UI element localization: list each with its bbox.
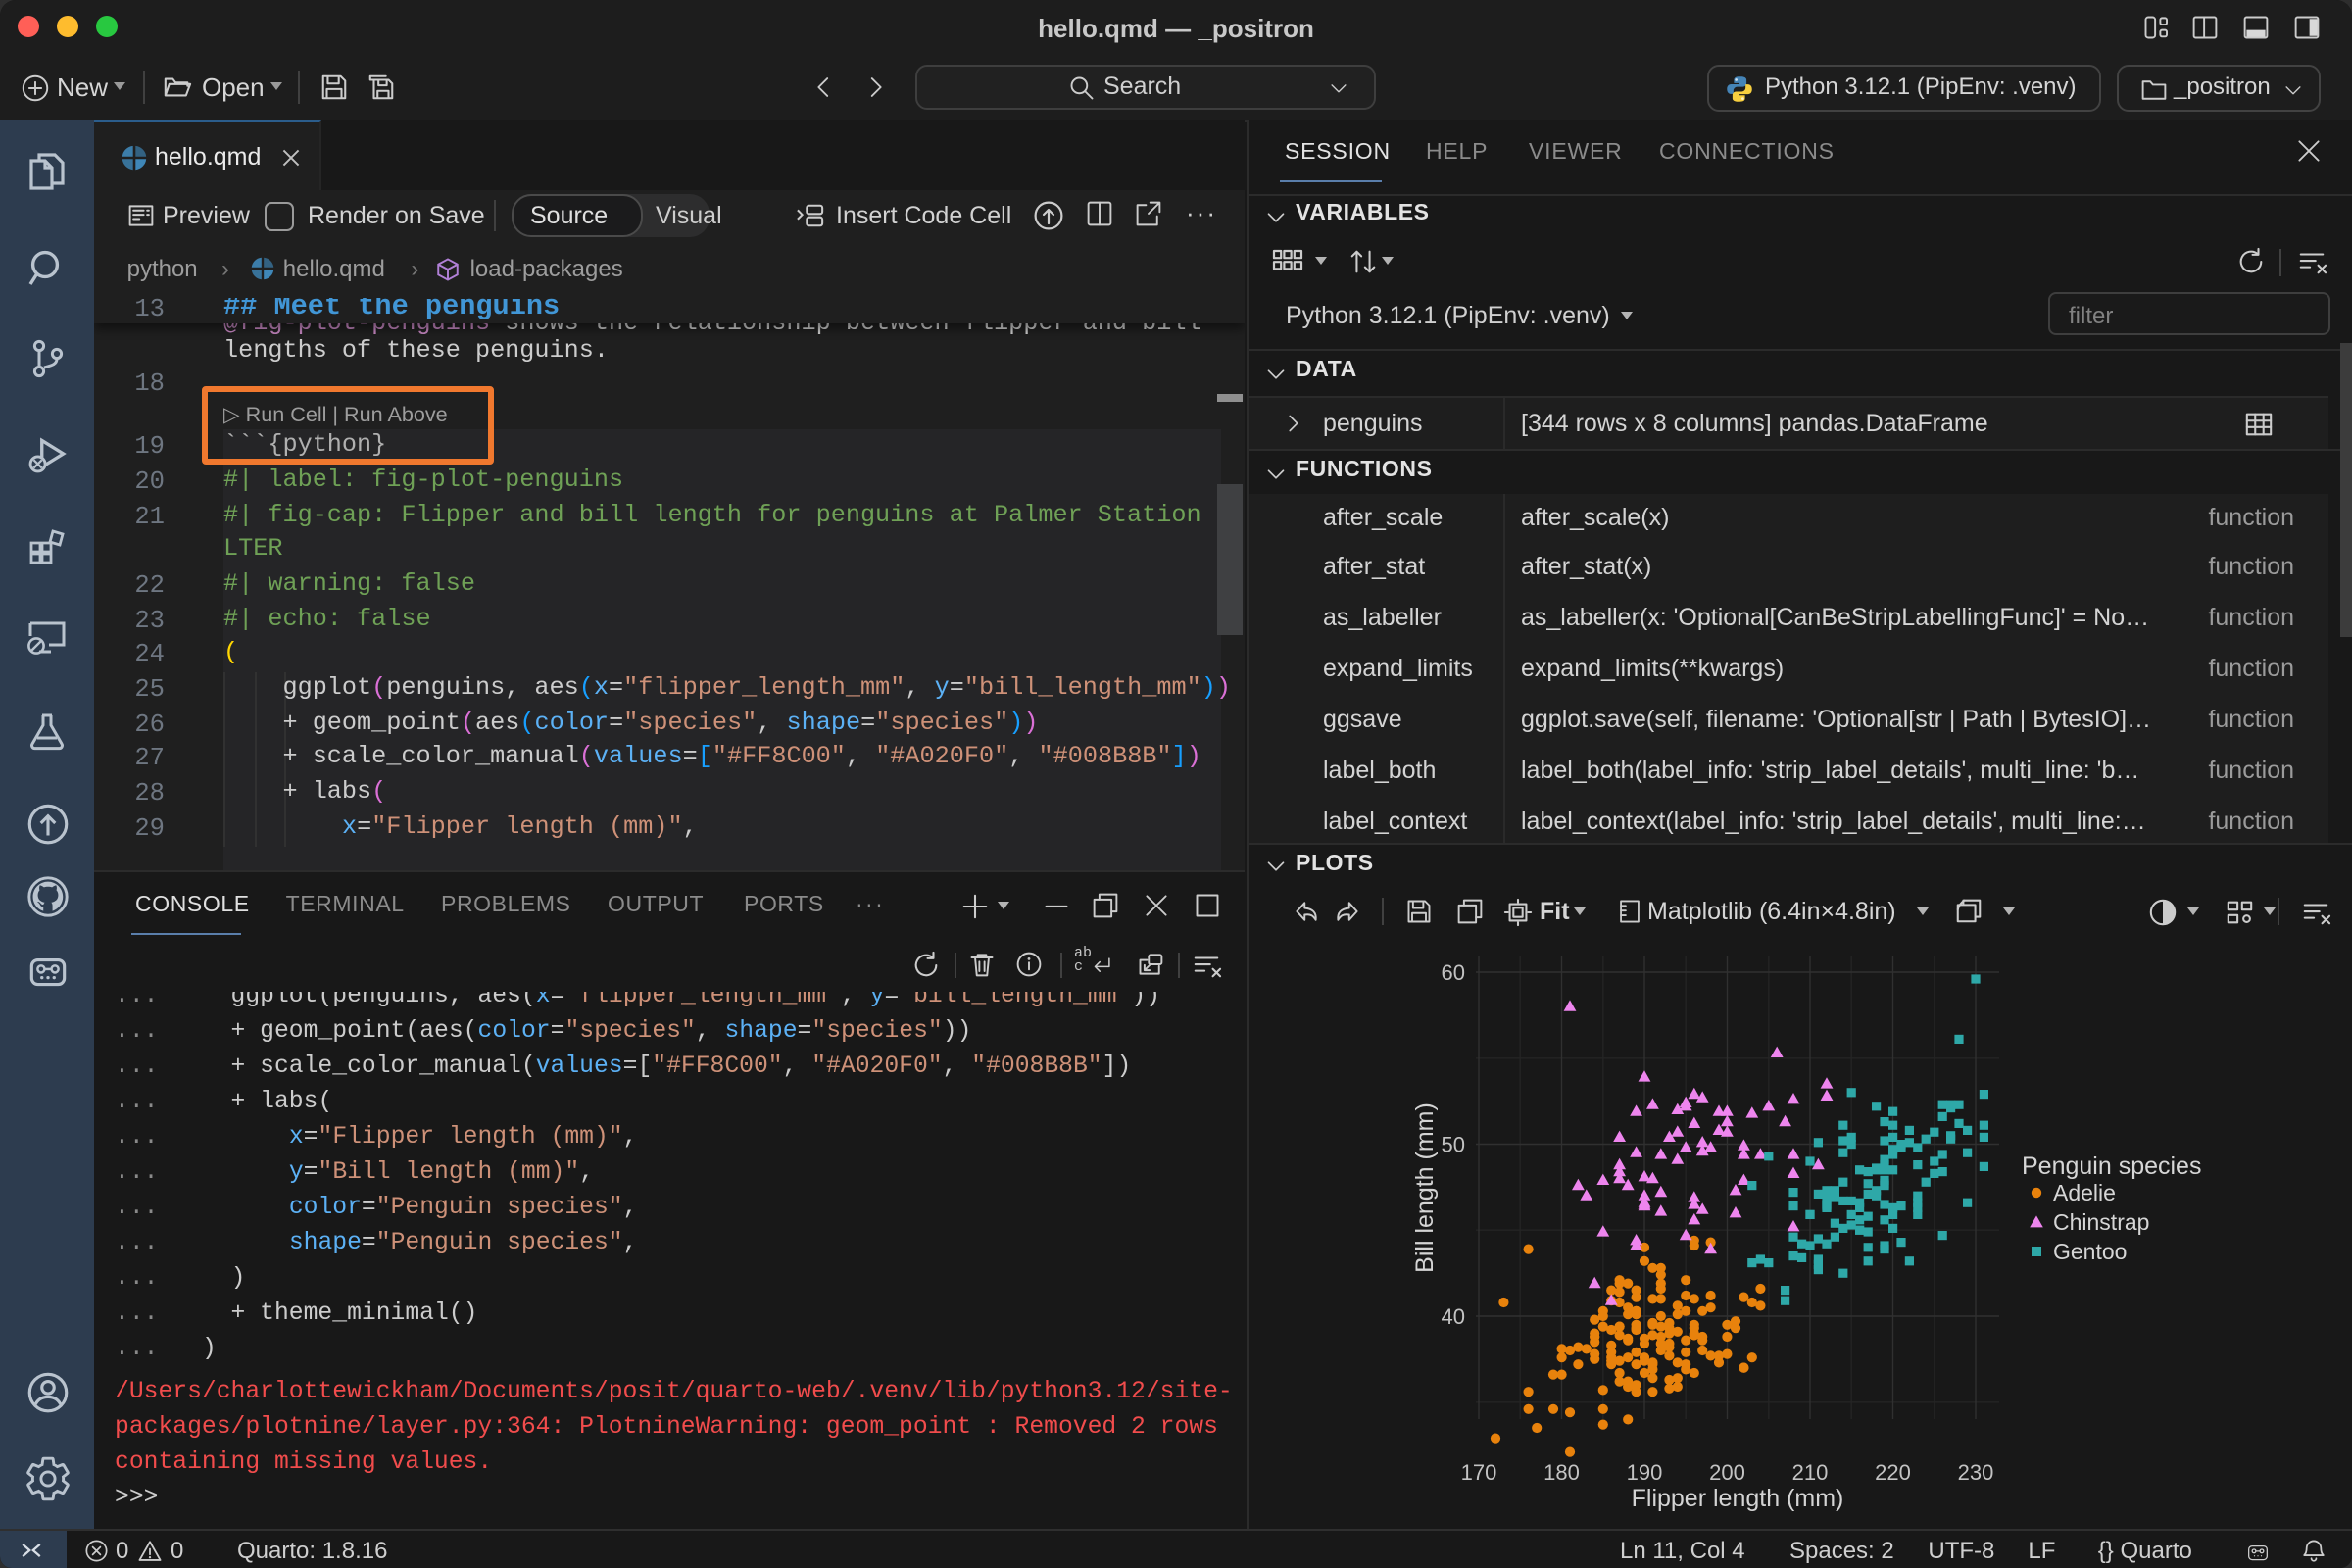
svg-text:Chinstrap: Chinstrap bbox=[2052, 1209, 2148, 1235]
svg-text:220: 220 bbox=[1874, 1460, 1910, 1485]
svg-text:200: 200 bbox=[1708, 1460, 1744, 1485]
svg-text:Bill length (mm): Bill length (mm) bbox=[1410, 1102, 1438, 1273]
svg-text:170: 170 bbox=[1460, 1460, 1496, 1485]
svg-text:230: 230 bbox=[1957, 1460, 1993, 1485]
svg-text:40: 40 bbox=[1441, 1304, 1464, 1329]
svg-text:60: 60 bbox=[1441, 960, 1464, 985]
svg-text:210: 210 bbox=[1791, 1460, 1828, 1485]
svg-text:190: 190 bbox=[1626, 1460, 1662, 1485]
svg-text:Flipper length (mm): Flipper length (mm) bbox=[1631, 1485, 1843, 1512]
svg-text:50: 50 bbox=[1441, 1133, 1464, 1157]
svg-text:180: 180 bbox=[1543, 1460, 1579, 1485]
svg-text:Gentoo: Gentoo bbox=[2052, 1239, 2126, 1264]
svg-text:Penguin species: Penguin species bbox=[2021, 1152, 2200, 1180]
svg-text:Adelie: Adelie bbox=[2052, 1180, 2115, 1205]
